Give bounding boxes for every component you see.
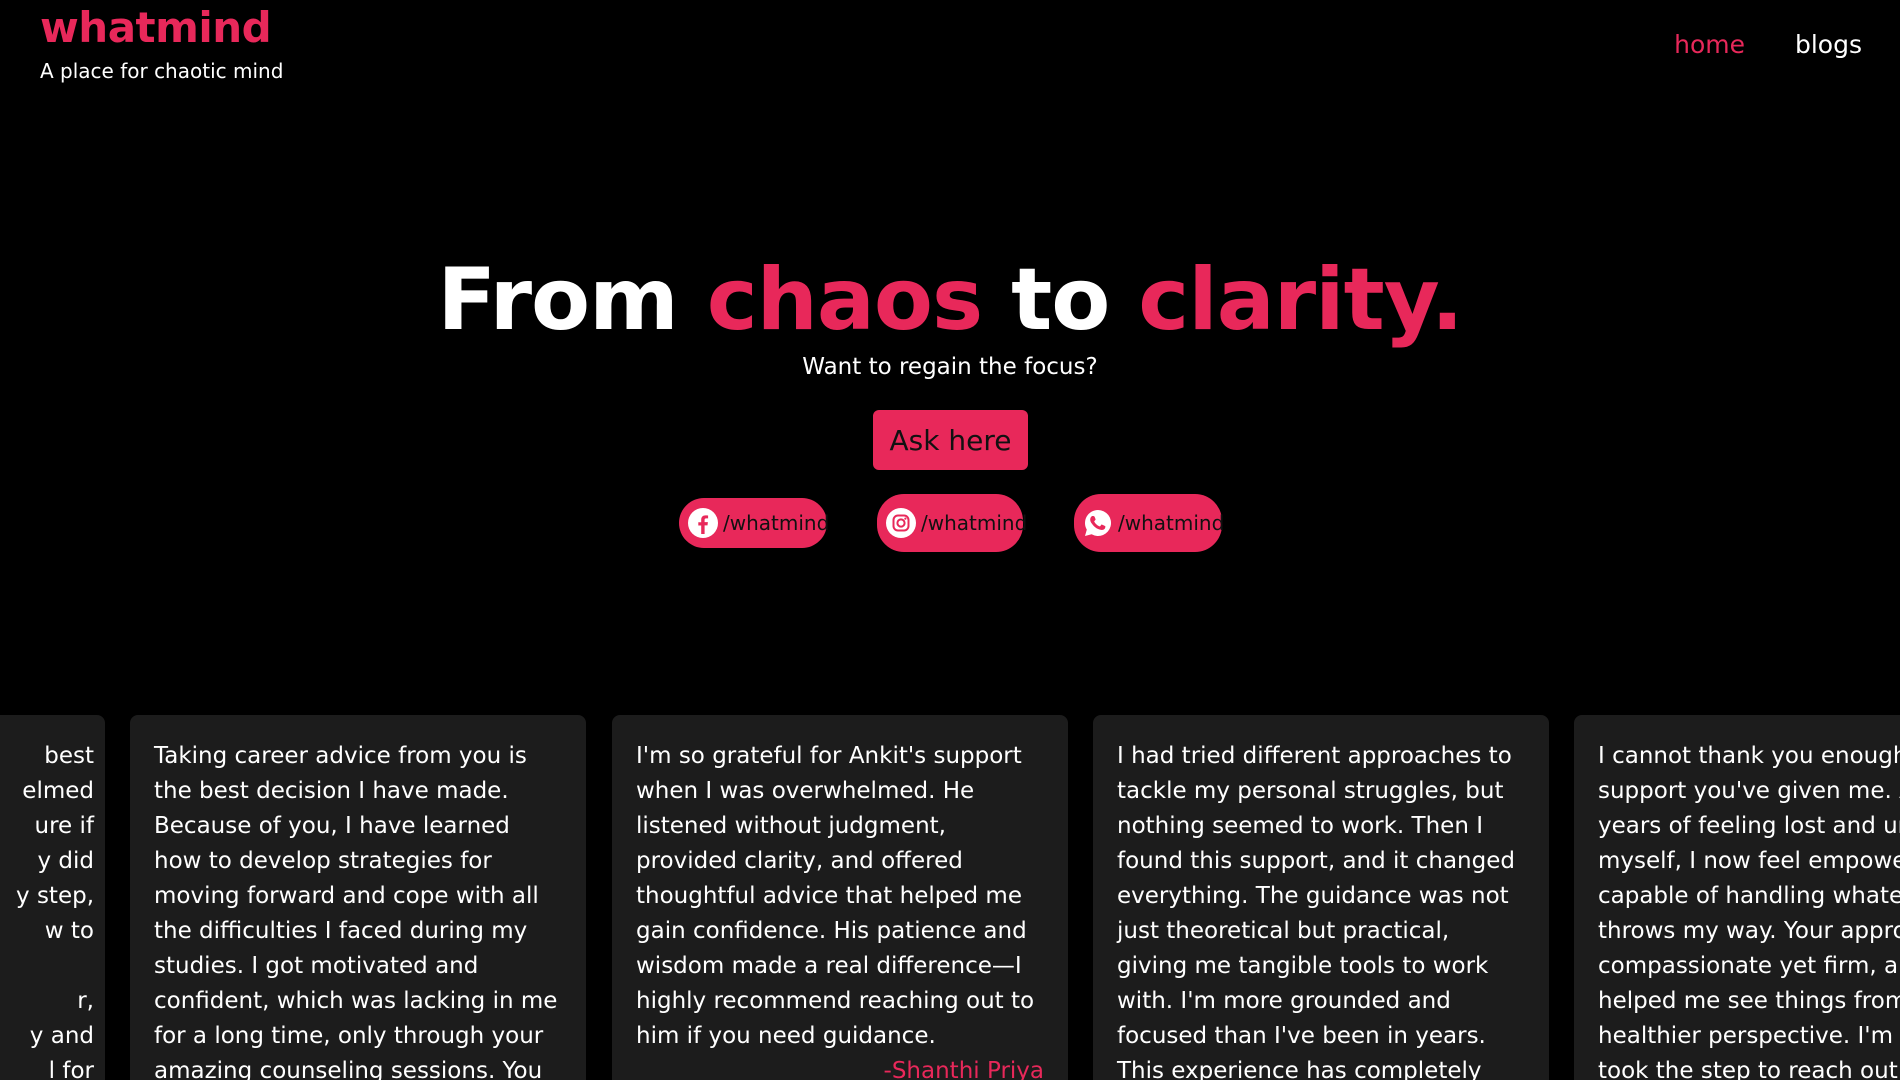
- testimonial-quote-fragment: best elmed ure if y did y step, w to r, …: [16, 743, 94, 1080]
- ask-here-button[interactable]: Ask here: [873, 410, 1028, 470]
- testimonial-author: -Shanthi Priya: [883, 1058, 1044, 1080]
- nav-home-link[interactable]: home: [1674, 30, 1745, 59]
- testimonial-quote: Taking career advice from you is the bes…: [154, 743, 558, 1080]
- brand-tagline: A place for chaotic mind: [40, 59, 284, 83]
- nav-blogs-link[interactable]: blogs: [1795, 30, 1862, 59]
- testimonials-carousel[interactable]: best elmed ure if y did y step, w to r, …: [0, 715, 1900, 1080]
- testimonial-card: best elmed ure if y did y step, w to r, …: [0, 715, 105, 1080]
- headline-part-from: From: [437, 250, 707, 350]
- testimonial-quote: I cannot thank you enough for the suppor…: [1598, 743, 1900, 1080]
- headline-part-to: to: [982, 250, 1139, 350]
- facebook-icon: [688, 508, 718, 538]
- brand: whatmind A place for chaotic mind: [40, 2, 283, 84]
- instagram-handle: /whatmind: [921, 511, 1028, 535]
- testimonial-quote: I'm so grateful for Ankit's support when…: [636, 743, 1035, 1049]
- headline-part-clarity: clarity.: [1138, 250, 1463, 350]
- whatsapp-link[interactable]: /whatmind: [1074, 494, 1225, 552]
- hero-section: From chaos to clarity. Want to regain th…: [0, 250, 1900, 382]
- headline-part-chaos: chaos: [706, 250, 984, 350]
- facebook-link[interactable]: /whatmind: [679, 498, 830, 548]
- brand-logo-text[interactable]: whatmind: [40, 2, 283, 54]
- testimonial-quote: I had tried different approaches to tack…: [1117, 743, 1515, 1080]
- testimonial-card: Taking career advice from you is the bes…: [130, 715, 586, 1080]
- instagram-link[interactable]: /whatmind: [877, 494, 1027, 552]
- instagram-icon: [886, 508, 916, 538]
- testimonial-card: I'm so grateful for Ankit's support when…: [612, 715, 1068, 1080]
- hero-headline: From chaos to clarity.: [0, 250, 1900, 350]
- testimonial-card: I cannot thank you enough for the suppor…: [1574, 715, 1900, 1080]
- testimonial-card: I had tried different approaches to tack…: [1093, 715, 1549, 1080]
- whatsapp-icon: [1085, 509, 1112, 536]
- facebook-handle: /whatmind: [723, 511, 830, 535]
- hero-subhead: Want to regain the focus?: [802, 354, 1098, 380]
- page: whatmind A place for chaotic mind home b…: [0, 0, 1900, 1080]
- whatsapp-handle: /whatmind: [1118, 511, 1225, 535]
- main-nav: home blogs: [1674, 30, 1862, 59]
